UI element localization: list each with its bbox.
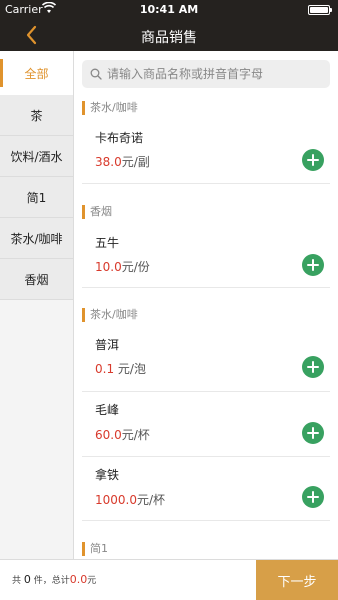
product-row: 毛峰 60.0元/杯 [82,392,330,457]
price-value: 38.0 [95,155,122,169]
section-header: 简1 [82,542,108,556]
add-button[interactable] [302,356,324,378]
price-unit: 元/泡 [114,362,146,376]
currency-label: 元 [87,576,97,586]
price-value: 1000.0 [95,493,137,507]
product-list: 茶水/咖啡 卡布奇诺 38.0元/副 香烟 五牛 10.0元/份 茶水/咖啡 普… [74,51,338,559]
product-price: 10.0元/份 [95,258,150,275]
product-name: 五牛 [95,236,120,250]
sidebar-item-jian1[interactable]: 简1 [0,177,73,218]
section-header: 茶水/咖啡 [82,308,138,322]
plus-icon [307,361,319,373]
price-unit: 元/杯 [121,428,150,442]
category-sidebar: 全部 茶 饮料/酒水 简1 茶水/咖啡 香烟 [0,51,74,559]
add-button[interactable] [302,486,324,508]
sidebar-item-tea[interactable]: 茶 [0,95,73,136]
navigation-bar: 商品销售 [0,20,338,51]
plus-icon [307,491,319,503]
add-button[interactable] [302,422,324,444]
sidebar-item-label: 全部 [24,66,49,81]
add-button[interactable] [302,254,324,276]
section-header: 香烟 [82,205,112,219]
total-amount: 0.0 [69,573,88,586]
product-name: 卡布奇诺 [95,131,144,145]
product-row: 普洱 0.1 元/泡 [82,328,330,392]
sidebar-item-label: 饮料/酒水 [10,149,63,164]
cart-footer: 共 0 件，总计0.0元 下一步 [0,559,338,600]
search-icon [90,68,102,80]
cart-summary: 共 0 件，总计0.0元 [12,573,96,586]
status-bar: Carrier 10:41 AM [0,0,338,20]
battery-icon [308,5,332,15]
plus-icon [307,427,319,439]
add-button[interactable] [302,149,324,171]
product-price: 38.0元/副 [95,153,150,170]
plus-icon [307,154,319,166]
price-unit: 元/份 [121,260,150,274]
product-name: 拿铁 [95,468,120,482]
price-unit: 元/杯 [137,493,166,507]
price-value: 10.0 [95,260,122,274]
item-count: 0 [23,573,31,586]
next-button[interactable]: 下一步 [256,560,338,600]
plus-icon [307,259,319,271]
product-row: 卡布奇诺 38.0元/副 [82,121,330,184]
sidebar-item-label: 香烟 [24,272,49,287]
product-row: 五牛 10.0元/份 [82,225,330,288]
section-header: 茶水/咖啡 [82,101,138,115]
product-price: 60.0元/杯 [95,426,150,443]
sidebar-item-all[interactable]: 全部 [0,51,73,95]
sidebar-item-label: 茶 [30,108,43,123]
search-bar[interactable] [82,60,330,88]
sidebar-item-label: 茶水/咖啡 [10,231,63,246]
sidebar-item-tea-coffee[interactable]: 茶水/咖啡 [0,218,73,259]
search-input[interactable] [107,67,327,81]
product-price: 1000.0元/杯 [95,491,165,508]
product-row: 拿铁 1000.0元/杯 [82,457,330,521]
price-unit: 元/副 [121,155,150,169]
summary-prefix: 共 [12,576,24,586]
page-title: 商品销售 [141,30,197,46]
sidebar-item-drinks[interactable]: 饮料/酒水 [0,136,73,177]
product-price: 0.1 元/泡 [95,360,146,377]
sidebar-item-label: 简1 [26,190,47,205]
summary-middle: 件，总计 [30,576,70,586]
sidebar-item-cigarettes[interactable]: 香烟 [0,259,73,300]
product-name: 毛峰 [95,403,120,417]
product-name: 普洱 [95,338,120,352]
price-value: 60.0 [95,428,122,442]
price-value: 0.1 [95,362,115,376]
clock: 10:41 AM [139,3,199,16]
